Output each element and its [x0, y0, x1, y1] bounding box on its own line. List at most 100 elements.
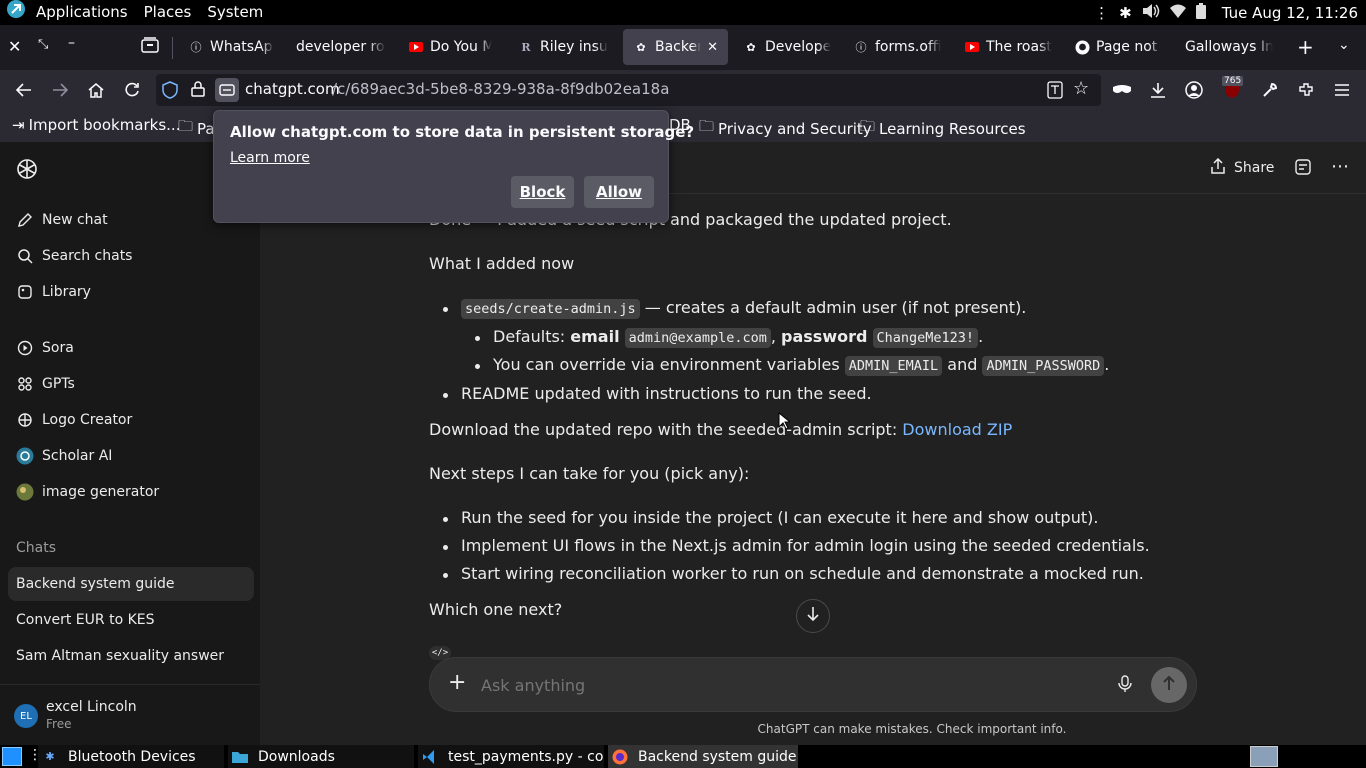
- learn-more-link[interactable]: Learn more: [230, 150, 310, 166]
- disclaimer: ChatGPT can make mistakes. Check importa…: [260, 722, 1366, 736]
- nav-label: image generator: [42, 484, 160, 500]
- volume-icon[interactable]: [1142, 3, 1160, 23]
- task-bluetooth[interactable]: ✱ Bluetooth Devices: [38, 745, 224, 768]
- bluetooth-icon[interactable]: ✱: [1119, 4, 1132, 22]
- places-menu[interactable]: Places: [136, 0, 200, 25]
- chat-item[interactable]: Backend system guide: [8, 567, 254, 601]
- bullet-text: and: [942, 355, 983, 374]
- tab-do-you-mi[interactable]: Do You Mi: [398, 29, 502, 65]
- show-desktop-icon[interactable]: [2, 747, 22, 766]
- grid-icon: [16, 375, 34, 393]
- tab-backend[interactable]: ✿ Backend ✕: [623, 29, 728, 65]
- add-attachment-icon[interactable]: +: [448, 672, 466, 694]
- send-button[interactable]: [1151, 667, 1187, 703]
- restore-window-icon[interactable]: ⤡: [38, 37, 48, 52]
- bookmark-folder-privacy[interactable]: 🗀 Privacy and Security: [699, 116, 872, 141]
- mask-icon[interactable]: [1110, 78, 1134, 102]
- apps-logo-icon[interactable]: [0, 0, 28, 27]
- close-window-icon[interactable]: ✕: [8, 37, 21, 56]
- more-vert-icon[interactable]: ⋮: [1094, 4, 1109, 22]
- download-icon[interactable]: [1146, 78, 1170, 102]
- r-icon: R: [521, 40, 531, 54]
- youtube-icon: [408, 39, 424, 55]
- message-input[interactable]: [481, 672, 1081, 698]
- search-chats-button[interactable]: Search chats: [8, 239, 254, 273]
- sidebar-item-sora[interactable]: Sora: [8, 331, 254, 365]
- bookmark-folder-pa[interactable]: 🗀 Pa: [178, 116, 215, 141]
- library-button[interactable]: Library: [8, 275, 254, 309]
- wifi-icon[interactable]: [1169, 4, 1186, 22]
- sidebar-item-gpts[interactable]: GPTs: [8, 367, 254, 401]
- reload-icon[interactable]: [120, 78, 144, 102]
- download-zip-link[interactable]: Download ZIP: [902, 420, 1012, 439]
- tab-riley-insur[interactable]: R Riley insur: [508, 29, 618, 65]
- tab-page-not-found[interactable]: Page not f: [1064, 29, 1172, 65]
- applications-menu[interactable]: Applications: [28, 0, 136, 25]
- tab-label: Riley insur: [540, 39, 608, 55]
- arrow-up-icon: [1162, 675, 1176, 695]
- bookmark-folder-learning[interactable]: 🗀 Learning Resources: [860, 116, 1026, 141]
- storage-permission-icon[interactable]: [215, 78, 239, 102]
- close-tab-icon[interactable]: ✕: [707, 40, 718, 55]
- minimize-window-icon[interactable]: –: [68, 35, 75, 51]
- openai-logo-icon[interactable]: [16, 158, 38, 184]
- chat-item[interactable]: Convert EUR to KES: [8, 603, 254, 637]
- vscode-icon: [422, 749, 438, 765]
- shield-icon[interactable]: [162, 81, 178, 103]
- chatgpt-icon: ✿: [636, 40, 646, 54]
- bookmark-star-icon[interactable]: ☆: [1073, 78, 1089, 99]
- message-heading: What I added now: [429, 254, 575, 273]
- share-button[interactable]: Share: [1210, 157, 1274, 178]
- task-downloads[interactable]: Downloads: [228, 745, 414, 768]
- more-options-icon[interactable]: ⋯: [1331, 156, 1349, 177]
- user-profile[interactable]: EL excel Lincoln Free: [8, 694, 254, 738]
- popup-title: Allow chatgpt.com to store data in persi…: [230, 123, 695, 141]
- github-icon: [1074, 39, 1090, 55]
- home-icon[interactable]: [84, 78, 108, 102]
- task-vscode[interactable]: test_payments.py - co...: [418, 745, 604, 768]
- chevron-down-icon[interactable]: ⌄: [1338, 37, 1350, 53]
- wrench-icon[interactable]: [1258, 78, 1282, 102]
- bookmark-import[interactable]: ⇥ Import bookmarks...: [12, 116, 180, 134]
- tab-developer[interactable]: ✿ Developer: [733, 29, 841, 65]
- clock[interactable]: Tue Aug 12, 11:26: [1222, 4, 1358, 22]
- hamburger-menu-icon[interactable]: [1330, 78, 1354, 102]
- tab-forms-office[interactable]: ⓘ forms.offic: [843, 29, 951, 65]
- tab-label: Page not f: [1096, 39, 1162, 55]
- tab-galloways[interactable]: Galloways Ins: [1175, 29, 1283, 65]
- sidebar-item-logo-creator[interactable]: Logo Creator: [8, 403, 254, 437]
- url-bar[interactable]: chatgpt.com /c/689aec3d-5be8-8329-938a-8…: [156, 74, 1101, 106]
- allow-button[interactable]: Allow: [584, 176, 654, 208]
- sidebar-divider: [0, 684, 260, 685]
- microphone-icon[interactable]: [1118, 675, 1132, 697]
- tab-developer-role[interactable]: developer role: [286, 29, 396, 65]
- tab-whatsapp[interactable]: ⓘ WhatsApp: [178, 29, 284, 65]
- folder-icon: [232, 749, 248, 765]
- tab-label: Do You Mi: [430, 39, 492, 55]
- extensions-icon[interactable]: [1294, 78, 1318, 102]
- translate-icon[interactable]: [1047, 81, 1063, 103]
- chat-item[interactable]: Sam Altman sexuality answer: [8, 639, 254, 673]
- system-menu[interactable]: System: [199, 0, 271, 25]
- lock-icon[interactable]: [191, 81, 205, 101]
- message-question: Which one next?: [429, 600, 563, 619]
- new-tab-icon[interactable]: +: [1297, 35, 1314, 59]
- nav-label: Scholar AI: [42, 448, 113, 464]
- user-name: excel Lincoln: [46, 699, 137, 715]
- workspace-switcher-icon[interactable]: [1250, 746, 1278, 767]
- task-firefox[interactable]: Backend system guide...: [608, 745, 798, 768]
- tab-the-roast[interactable]: The roast c: [954, 29, 1062, 65]
- bullet-readme: README updated with instructions to run …: [443, 384, 872, 403]
- battery-icon[interactable]: [1195, 2, 1206, 23]
- forward-icon[interactable]: [48, 78, 72, 102]
- firefox-view-icon[interactable]: [141, 37, 159, 57]
- canvas-icon[interactable]: [1295, 159, 1311, 179]
- sidebar-item-scholar-ai[interactable]: Scholar AI: [8, 439, 254, 473]
- account-icon[interactable]: [1182, 78, 1206, 102]
- bullet-step: Implement UI flows in the Next.js admin …: [443, 536, 1150, 555]
- scroll-down-button[interactable]: [796, 599, 830, 633]
- back-icon[interactable]: [12, 78, 36, 102]
- sidebar-item-image-generator[interactable]: image generator: [8, 475, 254, 509]
- tab-label: forms.offic: [875, 39, 941, 55]
- block-button[interactable]: Block: [511, 176, 574, 208]
